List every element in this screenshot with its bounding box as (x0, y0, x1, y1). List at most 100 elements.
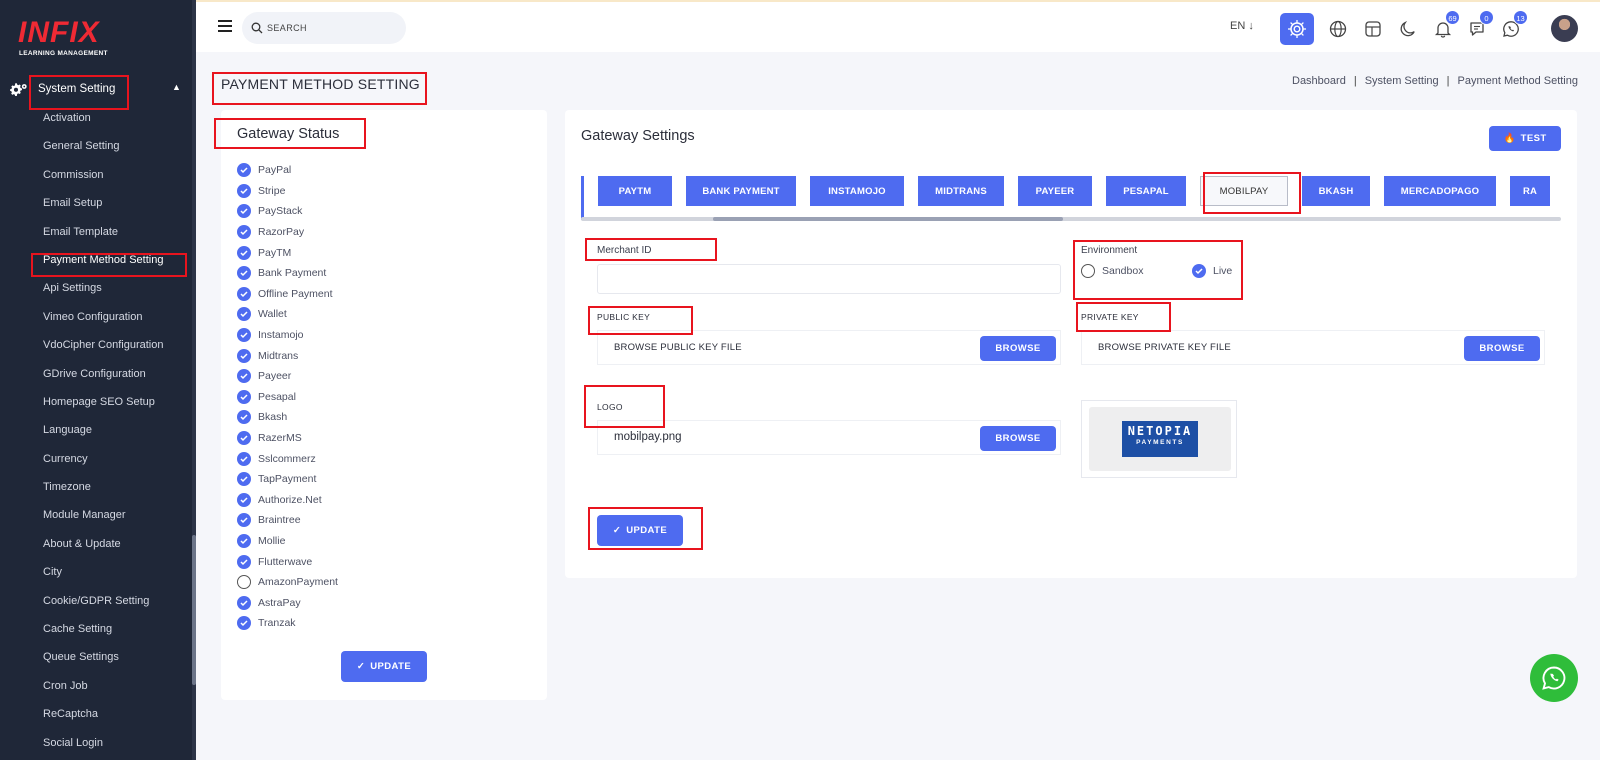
gateway-item[interactable]: Sslcommerz (237, 448, 338, 469)
logo-browse-button[interactable]: BROWSE (980, 426, 1056, 451)
sidebar-item-commission[interactable]: Commission (43, 168, 193, 196)
sidebar-item-recaptcha[interactable]: ReCaptcha (43, 707, 193, 735)
gateway-item[interactable]: PayTM (237, 242, 338, 263)
tab-pesapal[interactable]: PESAPAL (1106, 176, 1186, 206)
cpu-settings-button[interactable] (1280, 13, 1314, 45)
gateway-item[interactable]: AmazonPayment (237, 572, 338, 593)
checkbox-checked-icon[interactable] (237, 328, 251, 343)
gateway-item[interactable]: Braintree (237, 510, 338, 531)
gateway-item[interactable]: Payeer (237, 366, 338, 387)
checkbox-checked-icon[interactable] (237, 369, 251, 384)
tab-mobilpay[interactable]: MOBILPAY (1200, 176, 1288, 206)
sidebar-item-timezone[interactable]: Timezone (43, 480, 193, 508)
sidebar-item-homepage-seo-setup[interactable]: Homepage SEO Setup (43, 395, 193, 423)
env-sandbox-radio[interactable]: Sandbox (1081, 264, 1143, 278)
notifications-button[interactable]: 69 (1428, 10, 1460, 44)
gateway-item[interactable]: Instamojo (237, 325, 338, 346)
sidebar-item-vimeo-configuration[interactable]: Vimeo Configuration (43, 310, 193, 338)
checkbox-checked-icon[interactable] (237, 533, 251, 548)
checkbox-checked-icon[interactable] (237, 163, 251, 178)
checkbox-checked-icon[interactable] (237, 389, 251, 404)
dark-mode-button[interactable] (1393, 14, 1423, 44)
tab-bkash[interactable]: BKASH (1302, 176, 1370, 206)
checkbox-checked-icon[interactable] (237, 492, 251, 507)
checkbox-checked-icon[interactable] (237, 431, 251, 446)
sidebar-item-general-setting[interactable]: General Setting (43, 139, 193, 167)
sidebar-item-activation[interactable]: Activation (43, 111, 193, 139)
checkbox-checked-icon[interactable] (237, 472, 251, 487)
private-key-file-input[interactable]: BROWSE PRIVATE KEY FILE BROWSE (1081, 330, 1545, 365)
tab-instamojo[interactable]: INSTAMOJO (810, 176, 904, 206)
test-button[interactable]: 🔥 TEST (1489, 126, 1561, 151)
checkbox-checked-icon[interactable] (237, 595, 251, 610)
logo-file-input[interactable]: mobilpay.png BROWSE (597, 420, 1061, 455)
globe-button[interactable] (1323, 14, 1353, 44)
gateway-item[interactable]: Authorize.Net (237, 490, 338, 511)
language-selector[interactable]: EN ↓ (1230, 20, 1254, 32)
tab-paytm[interactable]: PAYTM (598, 176, 672, 206)
gateway-item[interactable]: Flutterwave (237, 551, 338, 572)
sidebar-item-payment-method-setting[interactable]: Payment Method Setting (43, 253, 193, 281)
user-avatar[interactable] (1551, 15, 1578, 42)
gateway-item[interactable]: Mollie (237, 531, 338, 552)
tab-midtrans[interactable]: MIDTRANS (918, 176, 1004, 206)
gateway-item[interactable]: Wallet (237, 304, 338, 325)
gateway-item[interactable]: Bkash (237, 407, 338, 428)
sidebar-item-cookie-gdpr-setting[interactable]: Cookie/GDPR Setting (43, 594, 193, 622)
checkbox-checked-icon[interactable] (237, 513, 251, 528)
gateway-item[interactable]: Pesapal (237, 387, 338, 408)
gateway-item[interactable]: RazerMS (237, 428, 338, 449)
gateway-item[interactable]: Midtrans (237, 345, 338, 366)
checkbox-checked-icon[interactable] (237, 286, 251, 301)
infix-logo[interactable]: INFIX LEARNING MANAGEMENT (18, 18, 118, 60)
sidebar-item-cron-job[interactable]: Cron Job (43, 679, 193, 707)
sidebar-item-email-template[interactable]: Email Template (43, 225, 193, 253)
gateway-item[interactable]: Stripe (237, 181, 338, 202)
gateway-item[interactable]: PayStack (237, 201, 338, 222)
whatsapp-float-button[interactable] (1530, 654, 1578, 702)
sidebar-item-currency[interactable]: Currency (43, 452, 193, 480)
checkbox-checked-icon[interactable] (237, 245, 251, 260)
messages-button[interactable]: 0 (1462, 10, 1494, 44)
gateway-item[interactable]: RazorPay (237, 222, 338, 243)
checkbox-unchecked-icon[interactable] (237, 575, 251, 590)
search-input[interactable] (267, 20, 397, 36)
public-key-file-input[interactable]: BROWSE PUBLIC KEY FILE BROWSE (597, 330, 1061, 365)
sidebar-item-system-setting[interactable]: System Setting ▲ (10, 80, 186, 102)
public-key-browse-button[interactable]: BROWSE (980, 336, 1056, 361)
checkbox-checked-icon[interactable] (237, 348, 251, 363)
checkbox-checked-icon[interactable] (237, 451, 251, 466)
sidebar-item-email-setup[interactable]: Email Setup (43, 196, 193, 224)
sidebar-item-about-update[interactable]: About & Update (43, 537, 193, 565)
gateway-settings-update-button[interactable]: ✓ UPDATE (597, 515, 683, 546)
gateway-item[interactable]: Tranzak (237, 613, 338, 634)
hamburger-menu-icon[interactable] (218, 20, 232, 32)
sidebar-item-api-settings[interactable]: Api Settings (43, 281, 193, 309)
gateway-item[interactable]: TapPayment (237, 469, 338, 490)
checkbox-checked-icon[interactable] (237, 307, 251, 322)
checkbox-checked-icon[interactable] (237, 183, 251, 198)
gateway-status-update-button[interactable]: ✓ UPDATE (341, 651, 427, 682)
checkbox-checked-icon[interactable] (237, 410, 251, 425)
sidebar-item-cache-setting[interactable]: Cache Setting (43, 622, 193, 650)
checkbox-checked-icon[interactable] (237, 204, 251, 219)
tabs-scrollbar[interactable] (581, 217, 1561, 221)
tab-ra[interactable]: RA (1510, 176, 1550, 206)
private-key-browse-button[interactable]: BROWSE (1464, 336, 1540, 361)
breadcrumb-dashboard[interactable]: Dashboard (1292, 75, 1346, 87)
merchant-id-input[interactable] (597, 264, 1061, 294)
sidebar-scrollbar-thumb[interactable] (192, 535, 196, 685)
sidebar-item-module-manager[interactable]: Module Manager (43, 508, 193, 536)
gateway-item[interactable]: PayPal (237, 160, 338, 181)
sidebar-item-gdrive-configuration[interactable]: GDrive Configuration (43, 367, 193, 395)
breadcrumb-system-setting[interactable]: System Setting (1365, 75, 1439, 87)
checkbox-checked-icon[interactable] (237, 266, 251, 281)
gateway-item[interactable]: Bank Payment (237, 263, 338, 284)
sidebar-item-language[interactable]: Language (43, 423, 193, 451)
tab-payeer[interactable]: PAYEER (1018, 176, 1092, 206)
checkbox-checked-icon[interactable] (237, 225, 251, 240)
layout-button[interactable] (1358, 14, 1388, 44)
checkbox-checked-icon[interactable] (237, 554, 251, 569)
sidebar-item-vdocipher-configuration[interactable]: VdoCipher Configuration (43, 338, 193, 366)
search-box[interactable] (242, 12, 406, 44)
